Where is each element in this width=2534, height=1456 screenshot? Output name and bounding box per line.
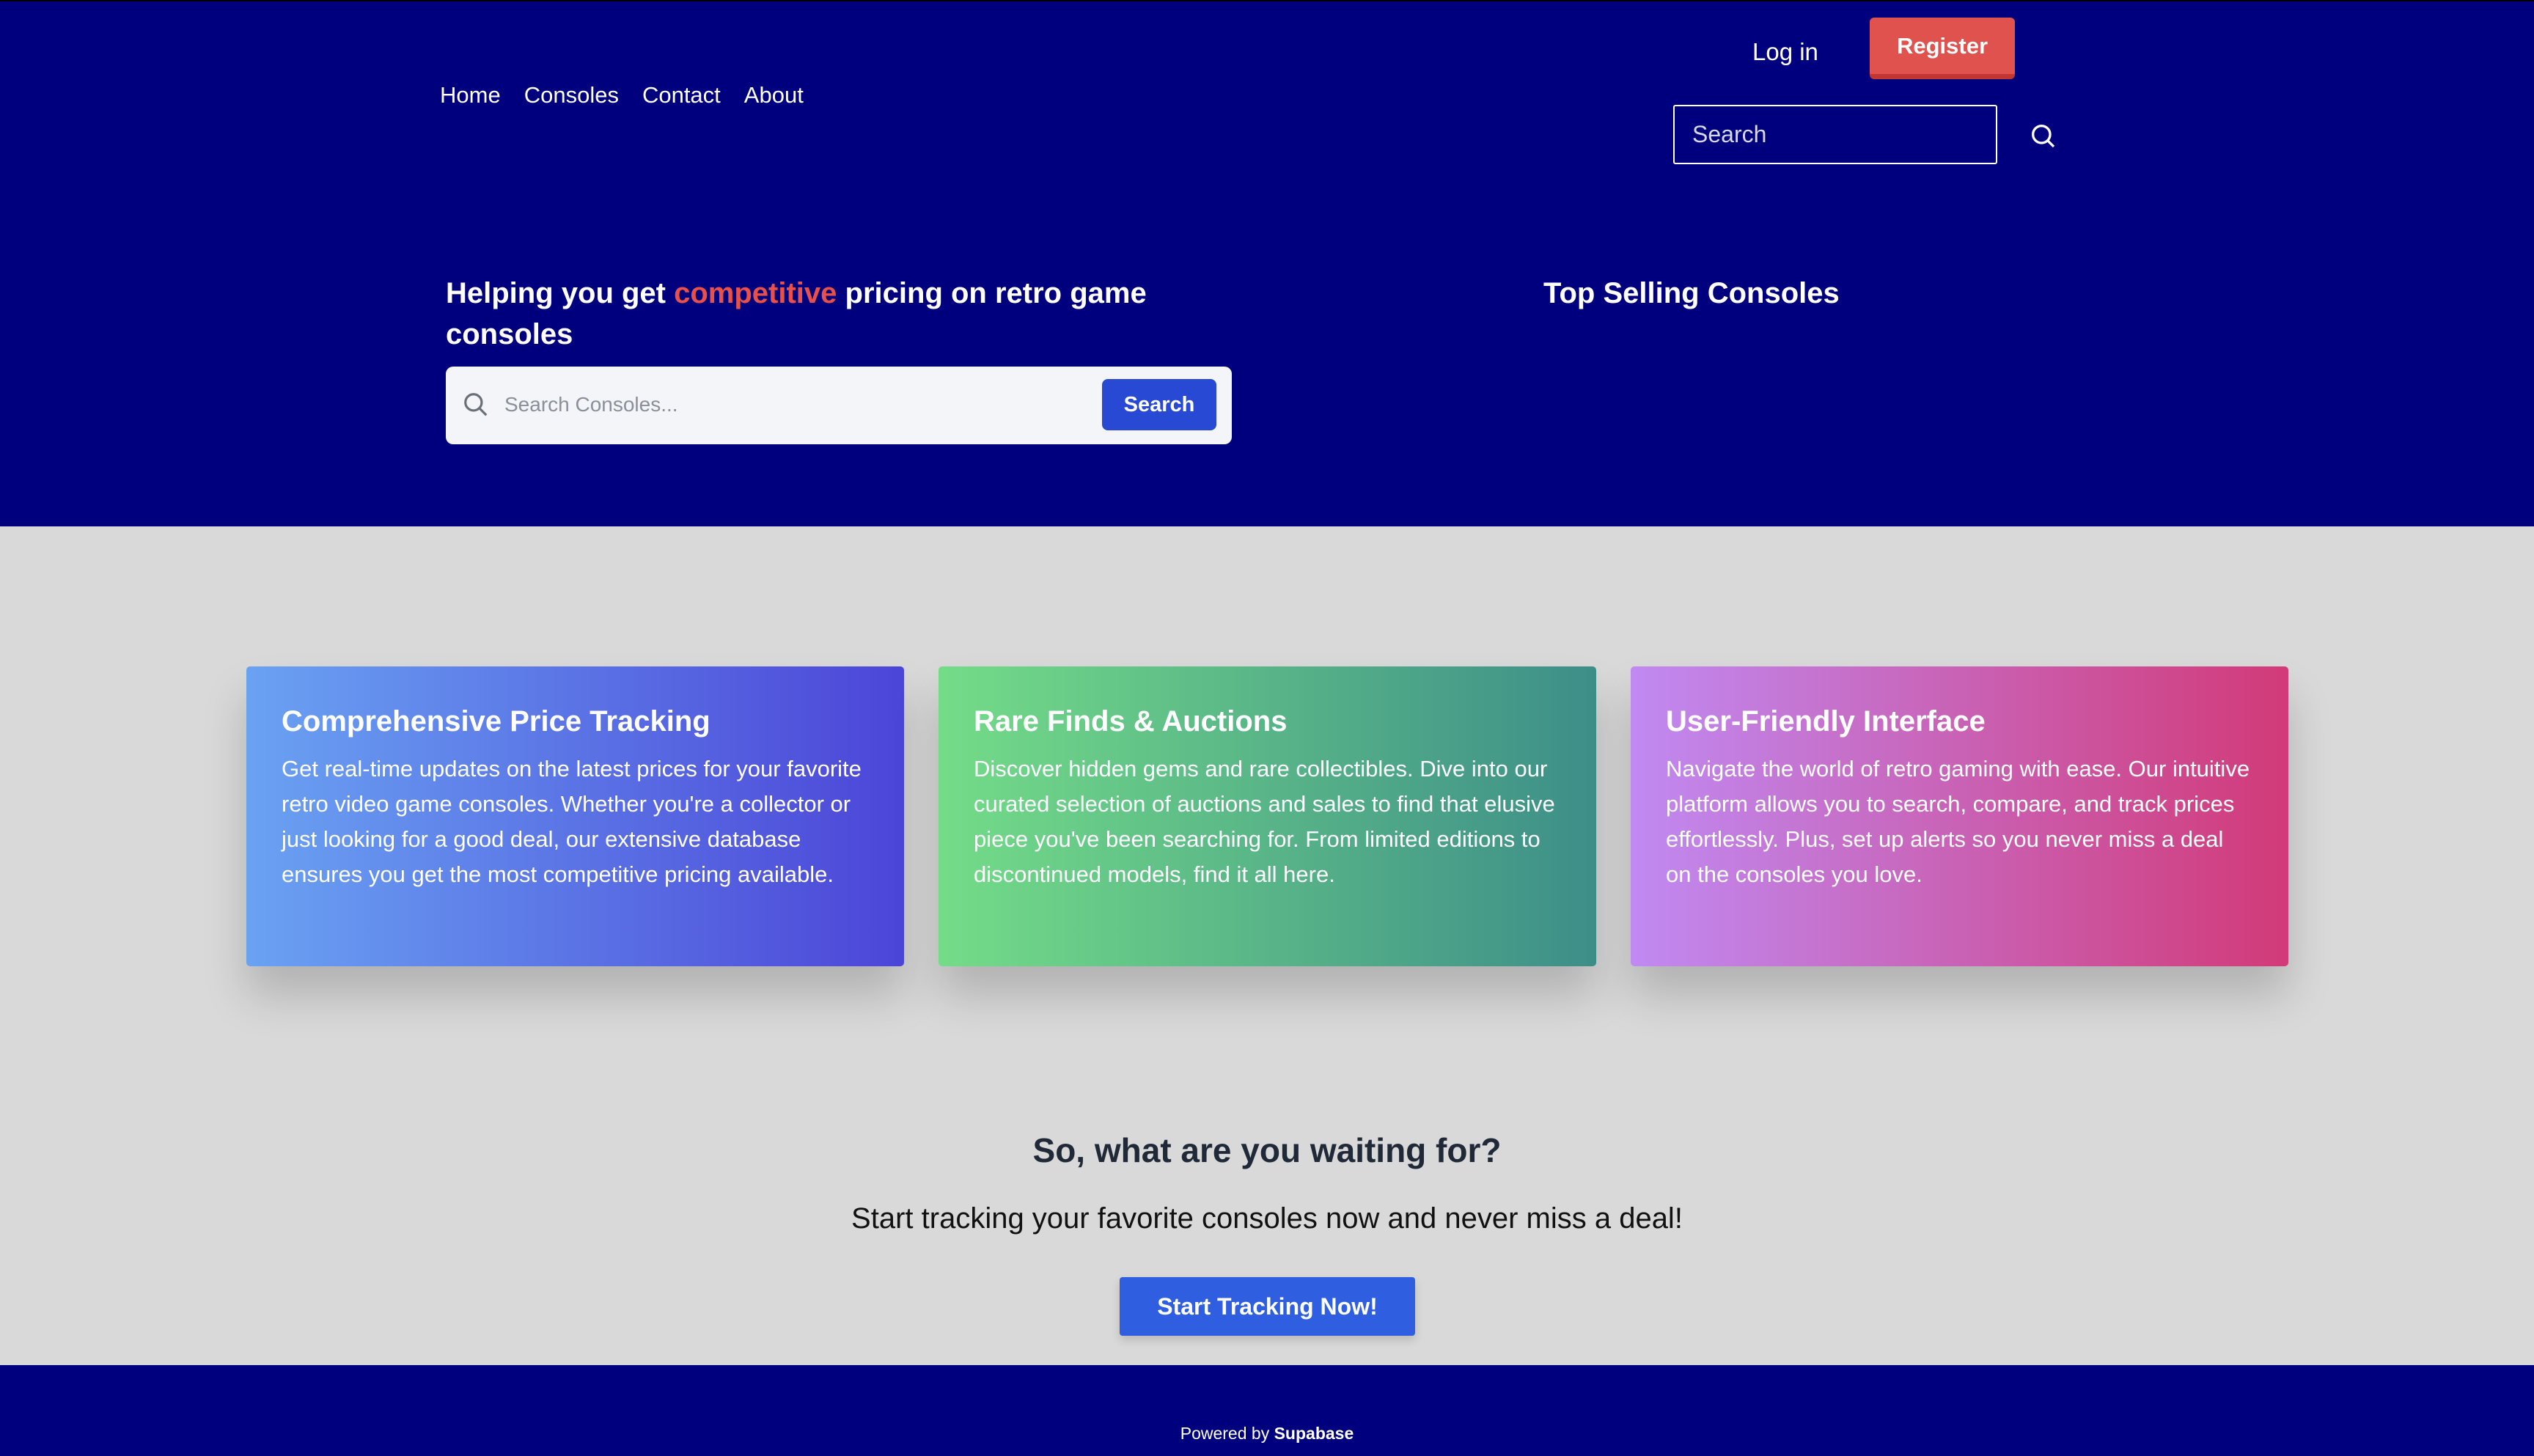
feature-card-body: Discover hidden gems and rare collectibl…	[974, 756, 1555, 887]
nav-link-consoles[interactable]: Consoles	[524, 82, 619, 109]
console-search-input[interactable]	[504, 381, 1018, 428]
hero-title-prefix: Helping you get	[446, 277, 675, 309]
feature-card-price-tracking: Comprehensive Price Tracking Get real-ti…	[246, 666, 904, 966]
feature-card-title: Comprehensive Price Tracking	[282, 705, 710, 738]
feature-card-title: Rare Finds & Auctions	[974, 705, 1288, 738]
footer: Powered by Supabase	[0, 1365, 2534, 1456]
powered-by-text: Powered by Supabase	[0, 1424, 2534, 1444]
feature-card-body: Navigate the world of retro gaming with …	[1666, 756, 2250, 887]
nav-link-about[interactable]: About	[744, 82, 804, 109]
console-search-box: Search	[446, 367, 1232, 444]
nav-link-contact[interactable]: Contact	[642, 82, 721, 109]
hero-title: Helping you get competitive pricing on r…	[446, 273, 1252, 355]
magnifier-icon	[464, 393, 488, 416]
search-icon[interactable]	[2028, 121, 2057, 150]
powered-by-brand[interactable]: Supabase	[1274, 1424, 1354, 1443]
feature-card-user-friendly: User-Friendly Interface Navigate the wor…	[1631, 666, 2288, 966]
register-button[interactable]: Register	[1870, 18, 2015, 79]
feature-card-title: User-Friendly Interface	[1666, 705, 1986, 738]
powered-by-prefix: Powered by	[1180, 1424, 1274, 1443]
nav-search-input[interactable]	[1673, 105, 1997, 164]
start-tracking-button[interactable]: Start Tracking Now!	[1120, 1277, 1415, 1336]
nav-link-home[interactable]: Home	[440, 82, 501, 109]
feature-card-body: Get real-time updates on the latest pric…	[282, 756, 862, 887]
login-link[interactable]: Log in	[1752, 38, 1818, 66]
cta-heading: So, what are you waiting for?	[1032, 1131, 1502, 1169]
feature-card-rare-finds: Rare Finds & Auctions Discover hidden ge…	[939, 666, 1596, 966]
top-selling-title: Top Selling Consoles	[1543, 277, 1840, 309]
hero-title-accent: competitive	[674, 277, 837, 309]
hero-header: Home Consoles Contact About Log in Regis…	[0, 0, 2534, 526]
cta-subtext: Start tracking your favorite consoles no…	[851, 1202, 1683, 1235]
main-nav: Home Consoles Contact About	[440, 82, 804, 109]
console-search-button[interactable]: Search	[1102, 379, 1216, 430]
page: Home Consoles Contact About Log in Regis…	[0, 0, 2534, 1456]
